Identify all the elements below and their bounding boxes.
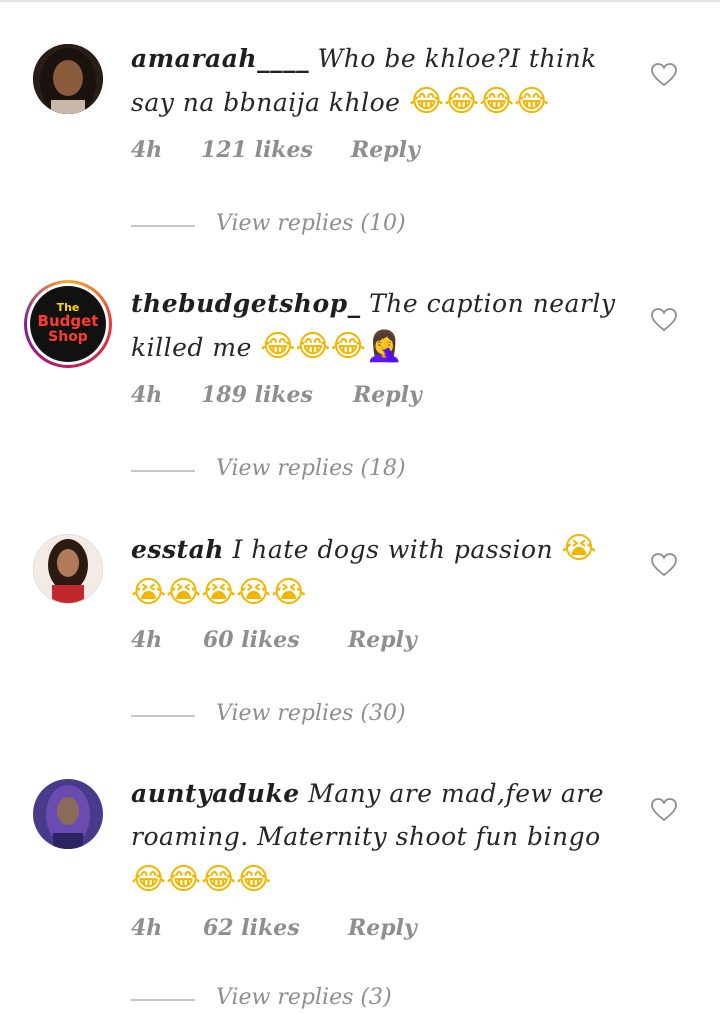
view-replies-label[interactable]: View replies (18): [216, 456, 406, 481]
view-replies-label[interactable]: View replies (10): [216, 211, 406, 236]
replies-divider: [131, 999, 195, 1001]
replies-divider: [131, 470, 195, 472]
comment-text: auntyaduke Many are mad,few are roaming.…: [131, 772, 631, 902]
logo-text-budget: Budget: [37, 312, 99, 330]
comment-likes[interactable]: 60 likes: [203, 627, 300, 653]
comment-text: thebudgetshop_ The caption nearly killed…: [131, 282, 631, 369]
comment-likes[interactable]: 189 likes: [201, 382, 313, 408]
heart-icon[interactable]: [651, 63, 677, 87]
comment-emojis: 😂😂😂😂: [408, 84, 550, 119]
comment-time: 4h: [131, 382, 163, 408]
avatar[interactable]: The Budget Shop: [24, 280, 112, 368]
top-divider: [0, 0, 720, 2]
comment-time: 4h: [131, 137, 163, 163]
view-replies-label[interactable]: View replies (3): [216, 985, 392, 1010]
reply-button[interactable]: Reply: [348, 627, 417, 653]
comment-text: esstah I hate dogs with passion 😭😭😭😭😭😭: [131, 527, 631, 615]
avatar[interactable]: [33, 44, 103, 114]
comment-emojis: 😂😂😂😂: [131, 862, 272, 897]
comment-likes[interactable]: 62 likes: [203, 915, 300, 941]
comment-text: amaraah____ Who be khloe?I think say na …: [131, 37, 631, 124]
comment-emojis: 😂😂😂🤦‍♀️: [260, 329, 403, 364]
logo-text-shop: Shop: [48, 329, 88, 345]
comment-username[interactable]: esstah: [131, 535, 224, 564]
avatar[interactable]: [33, 534, 103, 604]
comment-time: 4h: [131, 627, 163, 653]
reply-button[interactable]: Reply: [348, 915, 417, 941]
profile-photo-icon: [33, 44, 103, 114]
comment-username[interactable]: thebudgetshop_: [131, 289, 361, 318]
profile-photo-icon: [33, 779, 103, 849]
view-replies-label[interactable]: View replies (30): [216, 701, 406, 726]
avatar-ring-gap: The Budget Shop: [27, 283, 109, 365]
budget-shop-logo: The Budget Shop: [30, 286, 106, 362]
comment-username[interactable]: auntyaduke: [131, 779, 300, 808]
replies-divider: [131, 715, 195, 717]
replies-divider: [131, 225, 195, 227]
comment-time: 4h: [131, 915, 163, 941]
heart-icon[interactable]: [651, 553, 677, 577]
comment-likes[interactable]: 121 likes: [201, 137, 313, 163]
heart-icon[interactable]: [651, 798, 677, 822]
reply-button[interactable]: Reply: [351, 137, 420, 163]
profile-photo-icon: [34, 535, 102, 603]
heart-icon[interactable]: [651, 308, 677, 332]
comment-message: I hate dogs with passion: [232, 535, 554, 564]
comment-username[interactable]: amaraah____: [131, 44, 309, 73]
reply-button[interactable]: Reply: [353, 382, 422, 408]
avatar[interactable]: [33, 779, 103, 849]
